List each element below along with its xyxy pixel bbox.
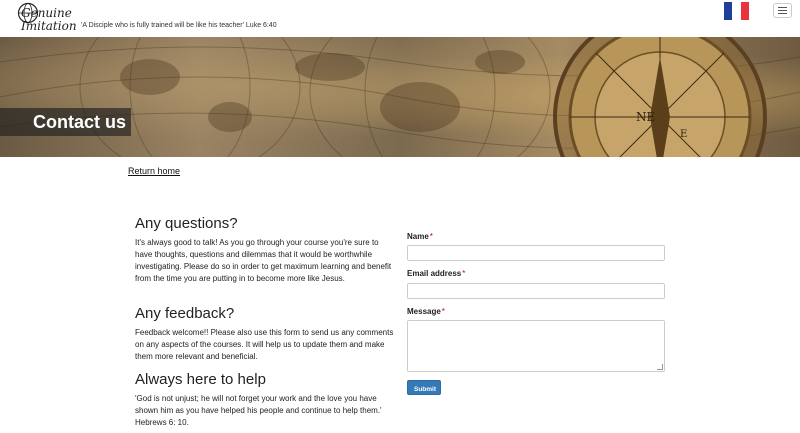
- name-label-text: Name: [407, 232, 429, 241]
- message-field[interactable]: [407, 320, 665, 372]
- name-field[interactable]: [407, 245, 665, 261]
- questions-section: Any questions? It's always good to talk!…: [135, 214, 395, 285]
- antique-map-compass-image: NE E: [0, 37, 800, 157]
- page-title: Contact us: [33, 112, 127, 132]
- required-marker: *: [429, 232, 433, 241]
- logo-line-2: Imitation: [21, 19, 77, 33]
- email-label: Email address*: [407, 269, 465, 278]
- resize-handle-icon[interactable]: [657, 364, 663, 370]
- feedback-section: Any feedback? Feedback welcome!! Please …: [135, 304, 395, 363]
- questions-text: It's always good to talk! As you go thro…: [135, 238, 392, 283]
- french-flag-icon[interactable]: [724, 2, 749, 20]
- site-header: Genuine Imitation 'A Disciple who is ful…: [0, 0, 800, 37]
- help-heading: Always here to help: [135, 371, 266, 388]
- email-field[interactable]: [407, 283, 665, 299]
- required-marker: *: [441, 307, 445, 316]
- required-marker: *: [462, 269, 466, 278]
- feedback-text: Feedback welcome!! Please also use this …: [135, 328, 394, 361]
- message-label: Message*: [407, 307, 445, 316]
- return-home-link[interactable]: Return home: [128, 166, 180, 176]
- hamburger-menu-button[interactable]: [773, 3, 792, 18]
- help-text: 'God is not unjust; he will not forget y…: [135, 394, 382, 427]
- message-label-text: Message: [407, 307, 441, 316]
- email-label-text: Email address: [407, 269, 462, 278]
- feedback-heading: Any feedback?: [135, 305, 235, 322]
- svg-text:NE: NE: [636, 110, 655, 124]
- submit-button[interactable]: Submit: [407, 380, 441, 395]
- site-logo[interactable]: Genuine Imitation: [17, 2, 77, 36]
- help-section: Always here to help 'God is not unjust; …: [135, 370, 395, 429]
- name-label: Name*: [407, 232, 433, 241]
- logo-line-1: Genuine: [21, 6, 72, 20]
- hero-banner: NE E Contact us: [0, 37, 800, 157]
- site-tagline: 'A Disciple who is fully trained will be…: [81, 22, 277, 29]
- svg-text:E: E: [680, 129, 687, 140]
- questions-heading: Any questions?: [135, 215, 238, 232]
